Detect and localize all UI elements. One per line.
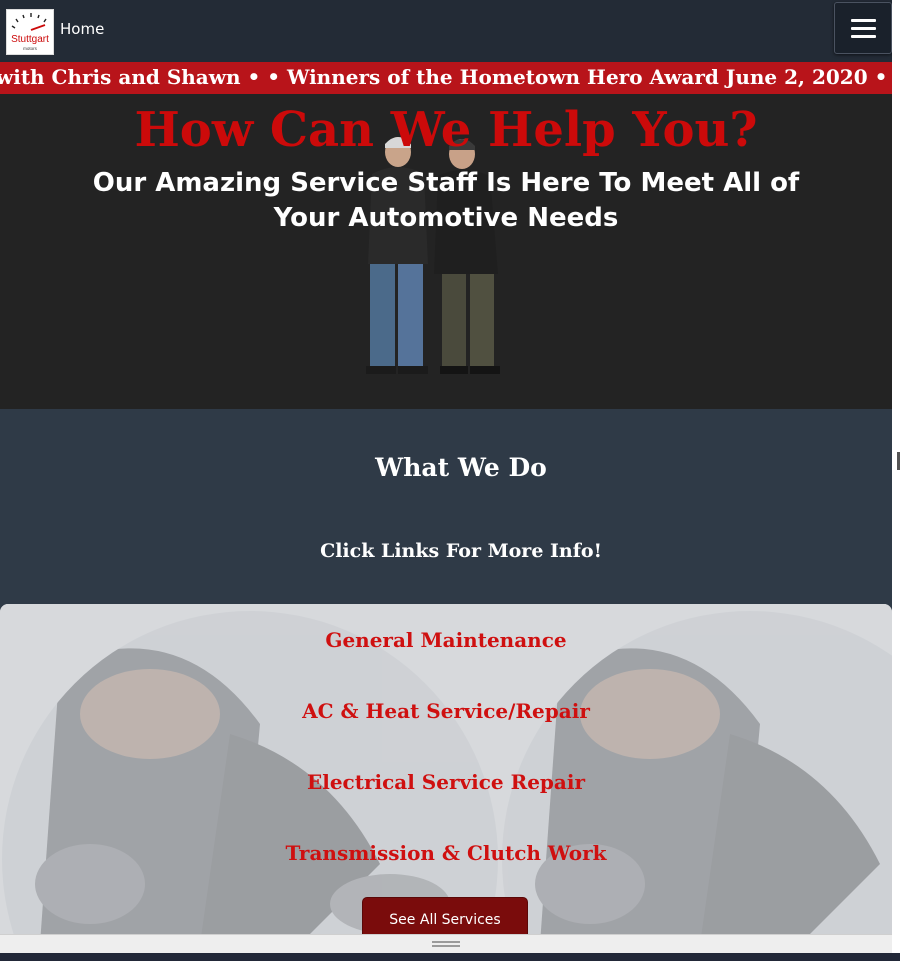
- what-we-do-section: What We Do Click Links For More Info! Ge…: [0, 409, 892, 961]
- hero-subtitle: Our Amazing Service Staff Is Here To Mee…: [92, 168, 800, 233]
- hamburger-icon: [851, 19, 876, 22]
- hero-title: How Can We Help You?: [134, 102, 758, 158]
- page: Stuttgart motors Home with Chris and Sha…: [0, 0, 892, 961]
- service-link-general-maintenance[interactable]: General Maintenance: [0, 628, 892, 652]
- hamburger-menu-button[interactable]: [834, 2, 892, 54]
- section-subtitle: Click Links For More Info!: [320, 540, 602, 562]
- speedometer-logo-icon: Stuttgart motors: [11, 13, 49, 51]
- logo-subtext: motors: [23, 46, 38, 51]
- section-title: What We Do: [375, 453, 547, 482]
- service-link-electrical[interactable]: Electrical Service Repair: [0, 770, 892, 794]
- top-navbar: Stuttgart motors Home: [0, 0, 892, 62]
- service-link-ac-heat[interactable]: AC & Heat Service/Repair: [0, 699, 892, 723]
- service-link-transmission[interactable]: Transmission & Clutch Work: [0, 841, 892, 865]
- nav-home-link[interactable]: Home: [60, 20, 104, 38]
- hamburger-icon-line: [851, 27, 876, 30]
- ticker-text: with Chris and Shawn • • Winners of the …: [0, 65, 892, 89]
- site-logo[interactable]: Stuttgart motors: [6, 9, 54, 55]
- window-right-edge: [892, 0, 900, 953]
- news-ticker: with Chris and Shawn • • Winners of the …: [0, 62, 892, 94]
- resize-handle-bar[interactable]: [0, 934, 892, 954]
- bottom-edge-bar: [0, 953, 900, 961]
- hero-section: How Can We Help You? Our Amazing Service…: [0, 94, 892, 409]
- logo-text: Stuttgart: [11, 34, 49, 45]
- services-card: General Maintenance AC & Heat Service/Re…: [0, 604, 892, 944]
- hamburger-icon-line: [851, 35, 876, 38]
- drag-grip-icon: [432, 941, 460, 943]
